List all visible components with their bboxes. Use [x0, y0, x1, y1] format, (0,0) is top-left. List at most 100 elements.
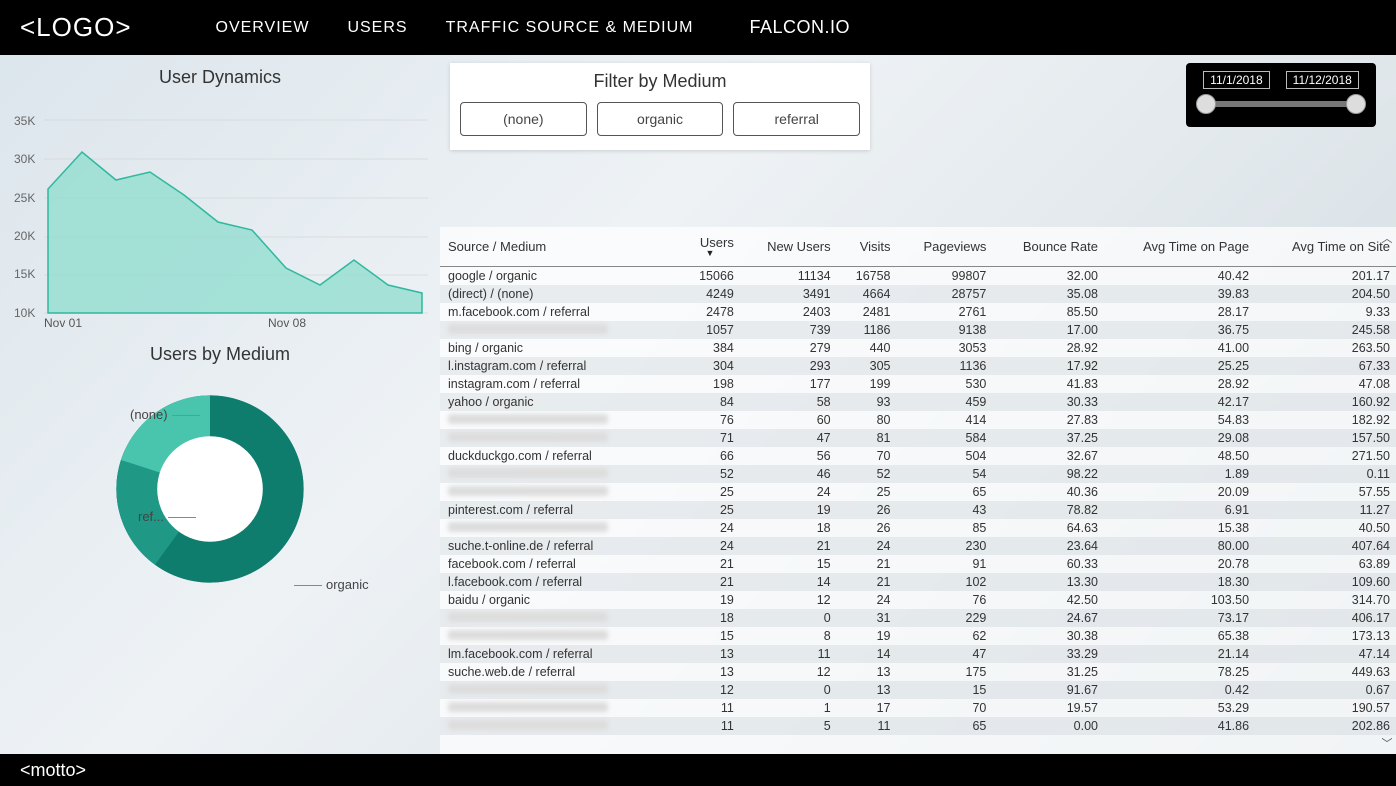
cell-ats: 190.57: [1255, 699, 1396, 717]
nav-users[interactable]: USERS: [347, 19, 407, 37]
cell-bounce-rate: 31.25: [992, 663, 1104, 681]
table-row[interactable]: l.facebook.com / referral21142110213.301…: [440, 573, 1396, 591]
left-panel: User Dynamics 35K 30K 25K 20K 15K 10K No…: [0, 55, 440, 754]
table-row[interactable]: facebook.com / referral2115219160.3320.7…: [440, 555, 1396, 573]
cell-bounce-rate: 30.38: [992, 627, 1104, 645]
table-row[interactable]: google / organic1506611134167589980732.0…: [440, 267, 1396, 286]
content-area: User Dynamics 35K 30K 25K 20K 15K 10K No…: [0, 55, 1396, 754]
cell-atp: 28.92: [1104, 375, 1255, 393]
filter-referral-button[interactable]: referral: [733, 102, 860, 136]
table-row[interactable]: l.instagram.com / referral30429330511361…: [440, 357, 1396, 375]
cell-bounce-rate: 17.00: [992, 321, 1104, 339]
nav-overview[interactable]: OVERVIEW: [216, 19, 310, 37]
cell-bounce-rate: 78.82: [992, 501, 1104, 519]
cell-ats: 0.67: [1255, 681, 1396, 699]
cell-visits: 21: [837, 555, 897, 573]
cell-new-users: 3491: [740, 285, 837, 303]
donut-svg: [70, 369, 350, 609]
table-row[interactable]: 10577391186913817.0036.75245.58: [440, 321, 1396, 339]
table-row[interactable]: 120131591.670.420.67: [440, 681, 1396, 699]
col-users[interactable]: Users▼: [680, 227, 740, 267]
cell-users: 15: [680, 627, 740, 645]
cell-visits: 24: [837, 537, 897, 555]
cell-new-users: 18: [740, 519, 837, 537]
cell-source: [440, 429, 680, 447]
cell-pageviews: 91: [897, 555, 993, 573]
cell-source: suche.t-online.de / referral: [440, 537, 680, 555]
date-end[interactable]: 11/12/2018: [1286, 71, 1359, 89]
table-row[interactable]: baidu / organic1912247642.50103.50314.70: [440, 591, 1396, 609]
cell-pageviews: 47: [897, 645, 993, 663]
slider-end-knob[interactable]: [1346, 94, 1366, 114]
table-row[interactable]: instagram.com / referral19817719953041.8…: [440, 375, 1396, 393]
nav-traffic-source[interactable]: TRAFFIC SOURCE & MEDIUM: [446, 19, 694, 37]
cell-ats: 47.08: [1255, 375, 1396, 393]
table-row[interactable]: duckduckgo.com / referral66567050432.674…: [440, 447, 1396, 465]
date-start[interactable]: 11/1/2018: [1203, 71, 1270, 89]
table-row[interactable]: lm.facebook.com / referral1311144733.292…: [440, 645, 1396, 663]
table-row[interactable]: 111177019.5753.29190.57: [440, 699, 1396, 717]
cell-bounce-rate: 30.33: [992, 393, 1104, 411]
col-avg-time-site[interactable]: Avg Time on Site: [1255, 227, 1396, 267]
cell-ats: 0.11: [1255, 465, 1396, 483]
cell-source: lm.facebook.com / referral: [440, 645, 680, 663]
user-dynamics-chart[interactable]: 35K 30K 25K 20K 15K 10K Nov 01 Nov 08: [8, 92, 428, 332]
col-pageviews[interactable]: Pageviews: [897, 227, 993, 267]
cell-ats: 314.70: [1255, 591, 1396, 609]
cell-atp: 41.86: [1104, 717, 1255, 735]
table-header-row: Source / Medium Users▼ New Users Visits …: [440, 227, 1396, 267]
cell-source: [440, 519, 680, 537]
cell-atp: 18.30: [1104, 573, 1255, 591]
table-row[interactable]: 2418268564.6315.3840.50: [440, 519, 1396, 537]
table-row[interactable]: m.facebook.com / referral247824032481276…: [440, 303, 1396, 321]
table-row[interactable]: 71478158437.2529.08157.50: [440, 429, 1396, 447]
cell-visits: 24: [837, 591, 897, 609]
cell-users: 304: [680, 357, 740, 375]
cell-pageviews: 414: [897, 411, 993, 429]
table-row[interactable]: 2524256540.3620.0957.55: [440, 483, 1396, 501]
filter-none-button[interactable]: (none): [460, 102, 587, 136]
cell-ats: 57.55: [1255, 483, 1396, 501]
table-row[interactable]: yahoo / organic84589345930.3342.17160.92: [440, 393, 1396, 411]
slider-start-knob[interactable]: [1196, 94, 1216, 114]
table-row[interactable]: suche.web.de / referral13121317531.2578.…: [440, 663, 1396, 681]
cell-pageviews: 85: [897, 519, 993, 537]
table-row[interactable]: bing / organic384279440305328.9241.00263…: [440, 339, 1396, 357]
col-source[interactable]: Source / Medium: [440, 227, 680, 267]
table-row[interactable]: 11511650.0041.86202.86: [440, 717, 1396, 735]
date-slider[interactable]: [1202, 101, 1360, 107]
table-row[interactable]: 76608041427.8354.83182.92: [440, 411, 1396, 429]
cell-ats: 157.50: [1255, 429, 1396, 447]
main-panel: Filter by Medium (none) organic referral…: [440, 55, 1396, 754]
cell-new-users: 279: [740, 339, 837, 357]
cell-bounce-rate: 27.83: [992, 411, 1104, 429]
x-tick: Nov 01: [44, 316, 82, 330]
cell-atp: 28.17: [1104, 303, 1255, 321]
col-new-users[interactable]: New Users: [740, 227, 837, 267]
nav-menu: OVERVIEW USERS TRAFFIC SOURCE & MEDIUM: [216, 19, 694, 37]
table-row[interactable]: 158196230.3865.38173.13: [440, 627, 1396, 645]
col-avg-time-page[interactable]: Avg Time on Page: [1104, 227, 1255, 267]
table-row[interactable]: suche.t-online.de / referral24212423023.…: [440, 537, 1396, 555]
table-row[interactable]: 5246525498.221.890.11: [440, 465, 1396, 483]
cell-atp: 53.29: [1104, 699, 1255, 717]
cell-bounce-rate: 13.30: [992, 573, 1104, 591]
scroll-down-icon[interactable]: ﹀: [1380, 736, 1394, 750]
col-bounce-rate[interactable]: Bounce Rate: [992, 227, 1104, 267]
table-row[interactable]: 1803122924.6773.17406.17: [440, 609, 1396, 627]
table-row[interactable]: (direct) / (none)4249349146642875735.083…: [440, 285, 1396, 303]
cell-ats: 63.89: [1255, 555, 1396, 573]
cell-pageviews: 504: [897, 447, 993, 465]
cell-source: m.facebook.com / referral: [440, 303, 680, 321]
cell-visits: 16758: [837, 267, 897, 286]
date-range-widget: 11/1/2018 11/12/2018: [1186, 63, 1386, 127]
cell-atp: 36.75: [1104, 321, 1255, 339]
table-row[interactable]: pinterest.com / referral2519264378.826.9…: [440, 501, 1396, 519]
users-by-medium-chart[interactable]: (none) ref... organic: [0, 369, 420, 649]
donut-label-none: (none): [130, 407, 204, 422]
col-visits[interactable]: Visits: [837, 227, 897, 267]
cell-bounce-rate: 32.67: [992, 447, 1104, 465]
cell-atp: 0.42: [1104, 681, 1255, 699]
filter-organic-button[interactable]: organic: [597, 102, 724, 136]
cell-ats: 67.33: [1255, 357, 1396, 375]
